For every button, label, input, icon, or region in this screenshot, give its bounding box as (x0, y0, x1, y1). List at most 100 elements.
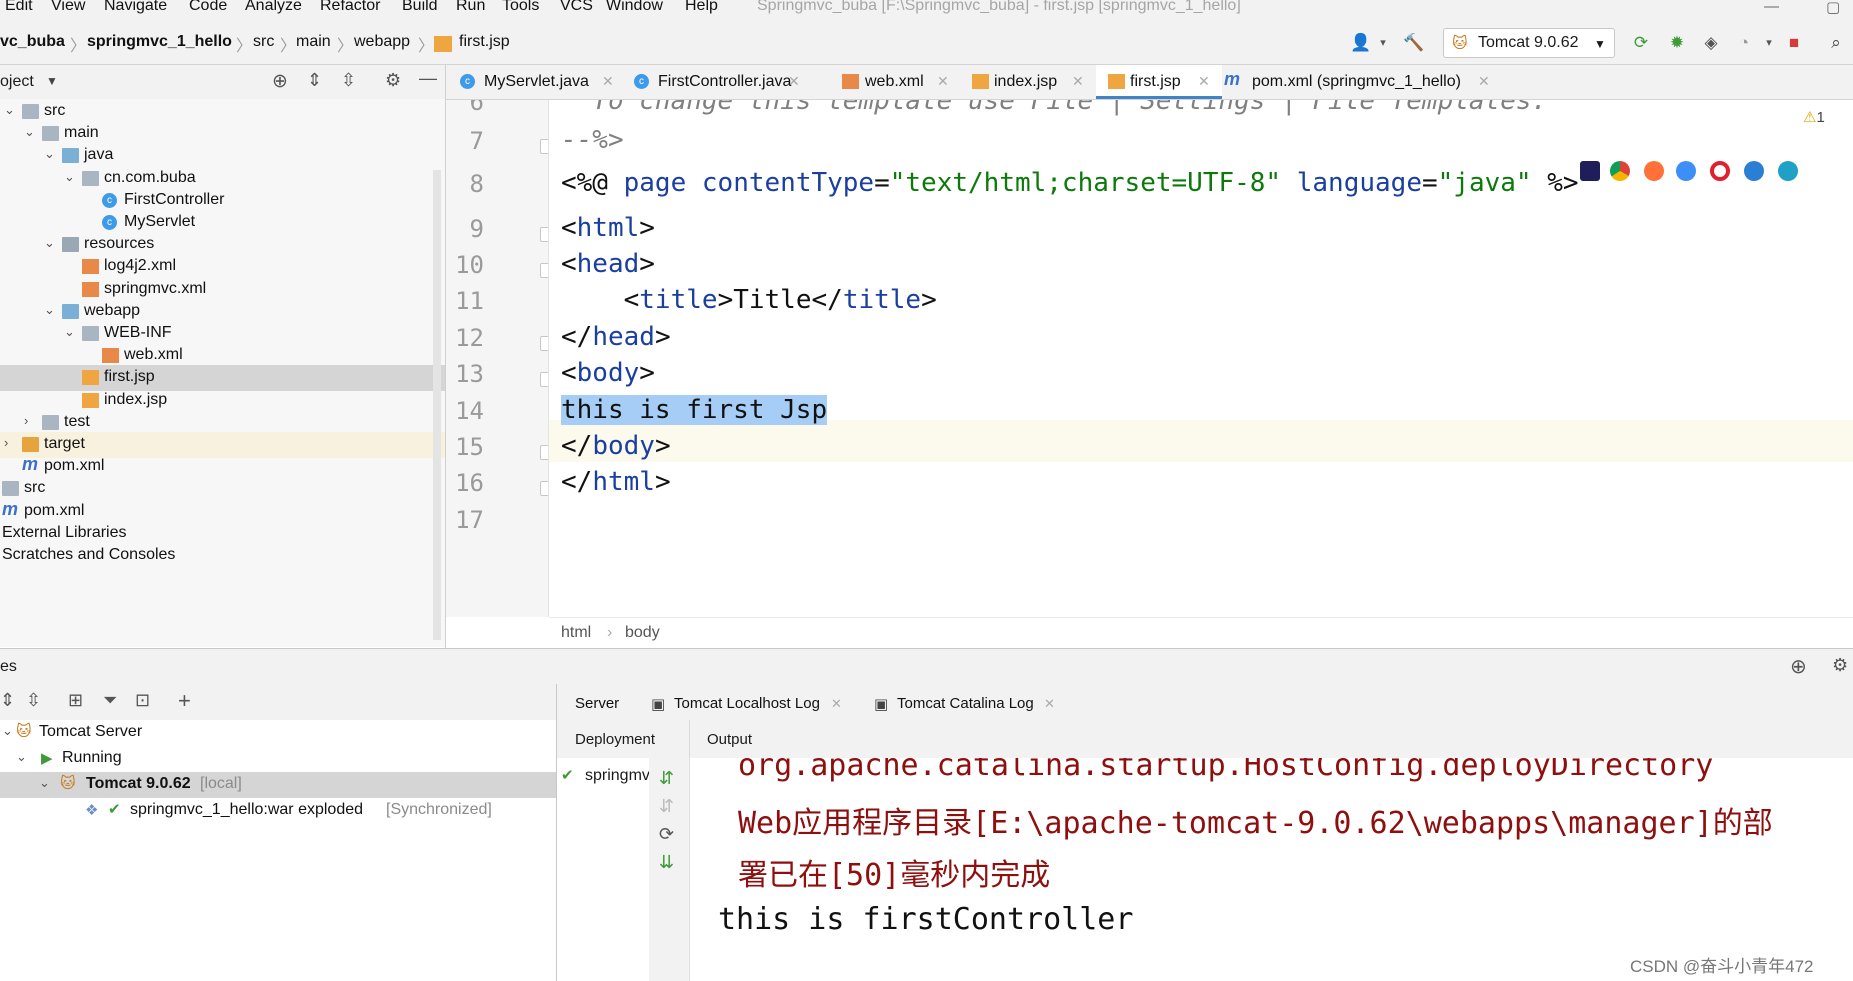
tab-web-xml[interactable]: web.xml ✕ (842, 65, 972, 99)
fold-marker-icon[interactable] (540, 372, 548, 387)
menu-help[interactable]: Help (685, 0, 718, 15)
editor-crumb-html[interactable]: html (561, 624, 591, 642)
chevron-down-icon[interactable]: ⌄ (44, 302, 55, 318)
deploy-icon[interactable]: ⇵ (659, 768, 674, 789)
intellij-browser-icon[interactable] (1580, 161, 1600, 181)
menu-build[interactable]: Build (402, 0, 438, 15)
tree-artifact[interactable]: ❖ ✔ springmvc_1_hello:war exploded [Sync… (0, 798, 556, 824)
expand-all-icon[interactable]: ⇕ (0, 690, 15, 711)
filter-icon[interactable]: ⏷ (103, 690, 117, 711)
search-icon[interactable]: ⌕ (1825, 32, 1847, 54)
breadcrumb-project[interactable]: vc_buba (0, 33, 65, 51)
refresh-icon[interactable]: ⟳ (659, 824, 674, 845)
menu-view[interactable]: View (51, 0, 85, 15)
console-output[interactable]: org.apache.catalina.startup.HostConfig.d… (690, 758, 1853, 981)
locate-crosshair-icon[interactable]: ⊕ (272, 70, 288, 93)
dropdown-arrow-icon[interactable]: ▾ (1758, 32, 1780, 54)
fold-marker-icon[interactable] (540, 227, 548, 242)
chevron-down-icon[interactable]: ⌄ (44, 235, 55, 251)
chrome-icon[interactable] (1610, 161, 1630, 181)
breadcrumb-module[interactable]: springmvc_1_hello (87, 33, 232, 51)
deployment-item[interactable]: ✔ springmv (557, 766, 649, 790)
firefox-icon[interactable] (1644, 161, 1664, 181)
editor-crumb-body[interactable]: body (625, 624, 660, 642)
tab-index-jsp[interactable]: index.jsp ✕ (972, 65, 1102, 99)
project-panel-title[interactable]: oject (0, 73, 34, 91)
fold-marker-icon[interactable] (540, 336, 548, 351)
run-configuration-select[interactable]: 🐱 Tomcat 9.0.62 ▼ (1443, 28, 1615, 58)
chevron-right-icon[interactable]: › (4, 435, 8, 450)
fold-marker-icon[interactable] (540, 139, 548, 154)
close-icon[interactable]: ✕ (1198, 73, 1210, 90)
breadcrumb-file[interactable]: first.jsp (459, 33, 510, 51)
close-icon[interactable]: ✕ (602, 73, 614, 90)
chevron-down-icon[interactable]: ⌄ (4, 102, 15, 118)
breadcrumb-src[interactable]: src (253, 33, 274, 51)
dropdown-arrow-icon[interactable]: ▾ (1372, 32, 1394, 54)
maximize-icon[interactable]: ▢ (1826, 0, 1840, 16)
tab-pom-xml[interactable]: m pom.xml (springmvc_1_hello) ✕ (1224, 65, 1504, 99)
inspection-warnings[interactable]: ⚠1 (1803, 108, 1825, 126)
tree-running[interactable]: ⌄ ▶ Running (0, 746, 556, 772)
fold-marker-icon[interactable] (540, 481, 548, 496)
code-editor[interactable]: To change this template use File | Setti… (549, 100, 1853, 617)
build-hammer-icon[interactable]: 🔨 (1403, 32, 1425, 54)
coverage-icon[interactable]: ◈ (1700, 32, 1722, 54)
tab-firstcontroller-java[interactable]: c FirstController.java ✕ (620, 65, 800, 99)
undeploy-icon[interactable]: ⇵ (659, 796, 674, 817)
add-icon[interactable]: + (178, 688, 191, 714)
tab-server[interactable]: Server (575, 695, 619, 712)
menu-vcs[interactable]: VCS (560, 0, 593, 15)
locate-crosshair-icon[interactable]: ⊕ (1790, 654, 1807, 679)
breadcrumb-main[interactable]: main (296, 33, 331, 51)
chevron-down-icon[interactable]: ⌄ (64, 324, 75, 340)
close-icon[interactable]: ✕ (1072, 73, 1084, 90)
rerun-icon[interactable]: ⟳ (1630, 32, 1652, 54)
minimize-icon[interactable]: — (1764, 0, 1779, 15)
user-icon[interactable]: 👤 (1350, 32, 1372, 54)
menu-edit[interactable]: Edit (5, 0, 33, 15)
close-icon[interactable]: ✕ (1478, 73, 1490, 90)
gear-icon[interactable]: ⚙ (1832, 655, 1848, 676)
expand-all-icon[interactable]: ⇕ (307, 70, 322, 91)
gear-icon[interactable]: ⚙ (385, 70, 401, 91)
group-by-icon[interactable]: ⊞ (68, 690, 83, 711)
breadcrumb-webapp[interactable]: webapp (354, 33, 410, 51)
collapse-all-icon[interactable]: ⇳ (26, 690, 41, 711)
close-icon[interactable]: ✕ (831, 696, 842, 712)
fold-marker-icon[interactable] (540, 445, 548, 460)
tab-myservlet-java[interactable]: c MyServlet.java ✕ (446, 65, 616, 99)
menu-analyze[interactable]: Analyze (245, 0, 302, 15)
tree-tomcat-server[interactable]: ⌄ 🐱 Tomcat Server (0, 720, 556, 746)
close-icon[interactable]: ✕ (937, 73, 949, 90)
hide-panel-icon[interactable]: — (419, 68, 437, 89)
project-scrollbar[interactable] (433, 170, 441, 640)
chevron-down-icon[interactable]: ▼ (46, 74, 58, 88)
close-icon[interactable]: ✕ (1044, 696, 1055, 712)
chevron-down-icon[interactable]: ⌄ (2, 723, 13, 739)
tree-item[interactable]: Scratches and Consoles (0, 543, 445, 569)
menu-run[interactable]: Run (456, 0, 485, 15)
profile-icon[interactable]: ◔ (1733, 32, 1755, 54)
chevron-down-icon[interactable]: ⌄ (24, 124, 35, 140)
menu-window[interactable]: Window (606, 0, 663, 15)
menu-refactor[interactable]: Refactor (320, 0, 380, 15)
opera-icon[interactable] (1710, 161, 1730, 181)
tab-localhost-log[interactable]: Tomcat Localhost Log (674, 695, 820, 712)
close-icon[interactable]: ✕ (788, 73, 800, 90)
tab-catalina-log[interactable]: Tomcat Catalina Log (897, 695, 1034, 712)
chevron-down-icon[interactable]: ⌄ (39, 775, 50, 791)
chevron-right-icon[interactable]: › (24, 413, 28, 428)
collapse-all-icon[interactable]: ⇳ (341, 70, 356, 91)
chevron-down-icon[interactable]: ⌄ (64, 169, 75, 185)
stop-icon[interactable]: ■ (1783, 32, 1805, 54)
menu-navigate[interactable]: Navigate (104, 0, 167, 15)
deploy-all-icon[interactable]: ⇊ (659, 852, 674, 873)
internet-explorer-icon[interactable] (1744, 161, 1764, 181)
edge-icon[interactable] (1778, 161, 1798, 181)
menu-code[interactable]: Code (189, 0, 227, 15)
chevron-down-icon[interactable]: ⌄ (44, 146, 55, 162)
debug-bug-icon[interactable]: ✹ (1666, 32, 1688, 54)
tree-tomcat-instance[interactable]: ⌄ 🐱 Tomcat 9.0.62 [local] (0, 772, 556, 798)
fold-marker-icon[interactable] (540, 263, 548, 278)
